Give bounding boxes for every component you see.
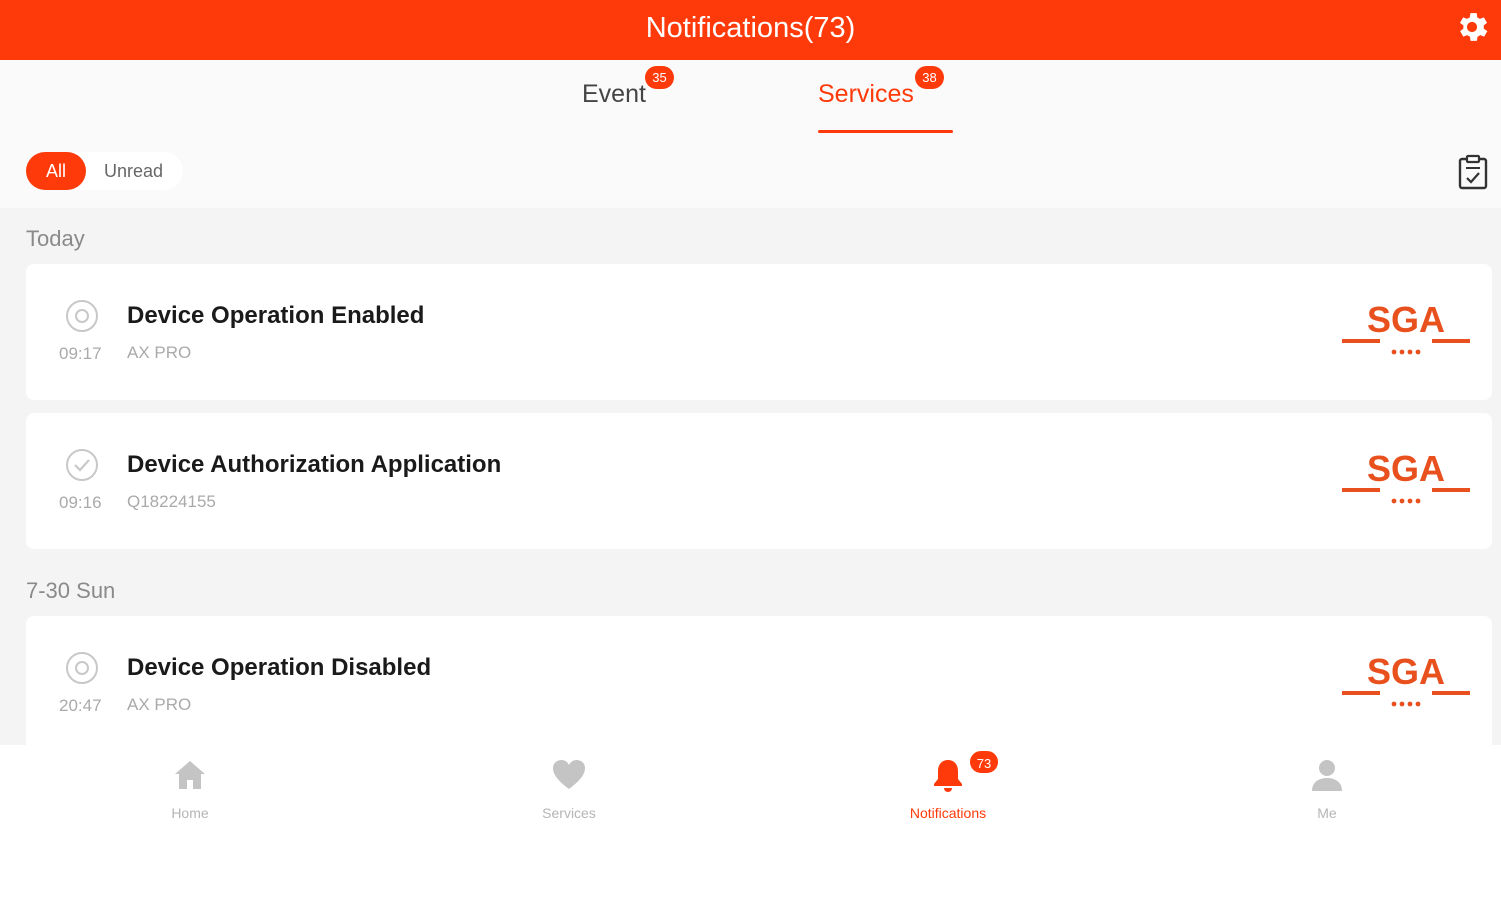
app-header: Notifications(73) [0,0,1501,60]
bell-icon [934,760,962,792]
nav-label-me: Me [1317,805,1337,821]
active-tab-indicator [818,130,953,133]
clipboard-check-icon[interactable] [1457,154,1489,190]
svg-text:SGA: SGA [1367,453,1445,489]
sga-logo: SGA [1342,304,1470,355]
user-icon [1312,760,1342,791]
check-circle-icon [66,449,98,481]
notification-time: 09:17 [59,344,102,363]
tab-services[interactable]: Services [818,80,914,109]
gear-icon[interactable] [1453,8,1491,46]
sga-logo: SGA [1342,656,1470,707]
notification-card[interactable]: Device Operation Disabled 20:47 AX PRO S… [26,616,1492,745]
svg-text:SGA: SGA [1367,304,1445,340]
notification-time: 09:16 [59,493,102,512]
filter-toggle: All Unread [26,152,183,190]
nav-item-home[interactable]: Home [90,755,290,825]
notification-title: Device Operation Disabled [127,654,432,681]
circle-dot-icon [66,652,98,684]
sga-logo: SGA [1342,453,1470,504]
notification-title: Device Operation Enabled [127,302,425,329]
date-header-today: Today [26,226,85,251]
nav-label-services: Services [542,805,596,821]
heart-icon [553,760,585,789]
home-icon [175,761,205,789]
circle-dot-icon [66,300,98,332]
bottom-nav: Home Services 73 Notifications Me [0,745,1501,900]
notifications-badge: 73 [968,749,1000,775]
filter-bar: All Unread [0,142,1501,208]
notification-list: Today Device Operation Enabled 09:17 AX … [0,208,1501,745]
tab-bar: Event 35 Services 38 [0,60,1501,142]
filter-all-button[interactable]: All [26,152,86,190]
tab-event-badge: 35 [645,66,674,89]
nav-label-notifications: Notifications [909,805,987,821]
filter-unread-button[interactable]: Unread [104,152,163,190]
svg-text:SGA: SGA [1367,656,1445,692]
notification-device: AX PRO [127,343,192,362]
page-title: Notifications(73) [645,12,856,44]
nav-item-services[interactable]: Services [469,755,669,825]
notification-card[interactable]: Device Authorization Application 09:16 Q… [26,413,1492,549]
notification-title: Device Authorization Application [127,451,502,478]
nav-label-home: Home [171,805,209,821]
notification-device: Q18224155 [127,492,216,511]
tab-services-badge: 38 [915,66,944,89]
date-header-7-30: 7-30 Sun [26,578,116,603]
tab-event[interactable]: Event [582,80,646,109]
nav-item-notifications[interactable]: 73 Notifications [848,749,1048,825]
nav-item-me[interactable]: Me [1227,755,1427,825]
notification-card[interactable]: Device Operation Enabled 09:17 AX PRO SG… [26,264,1492,400]
notification-time: 20:47 [59,696,102,715]
notification-device: AX PRO [127,695,192,714]
